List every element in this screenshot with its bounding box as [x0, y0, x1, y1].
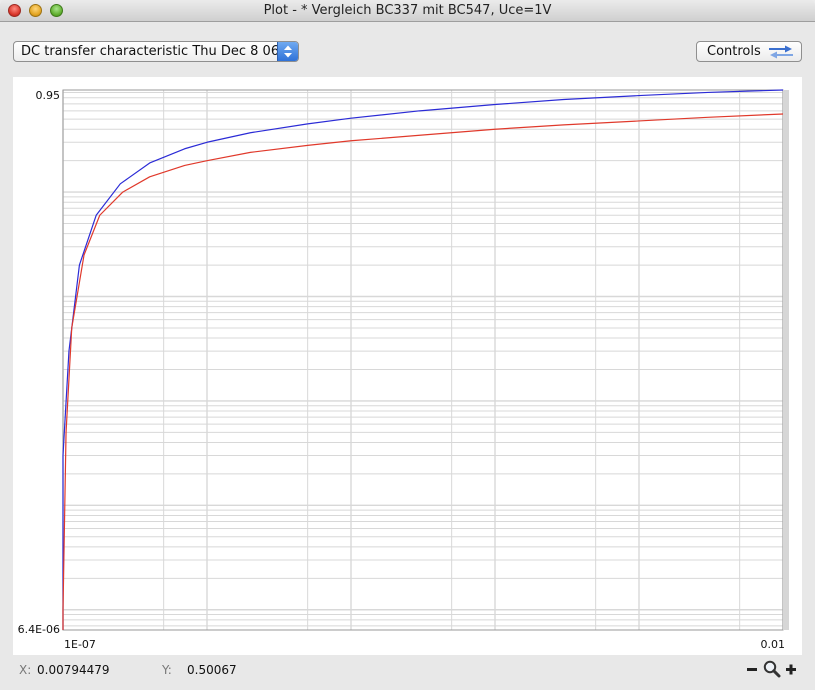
swap-arrows-icon: [768, 45, 794, 63]
x-tick-label-left: 1E-07: [64, 638, 96, 651]
minus-icon[interactable]: [745, 660, 759, 678]
x-readout-label: X:: [19, 663, 32, 677]
plot-series: [62, 89, 784, 630]
plot-frame: [62, 89, 784, 631]
analysis-select[interactable]: DC transfer characteristic Thu Dec 8 06: [13, 41, 299, 62]
y-readout-value: 0.50067: [187, 663, 237, 677]
plot-grid: [62, 90, 784, 630]
series-line-1: [62, 89, 784, 630]
zoom-tools: [745, 660, 801, 678]
controls-button-label: Controls: [707, 44, 761, 59]
y-tick-label-bottom: 6.4E-06: [18, 623, 60, 636]
y-readout-label: Y:: [162, 663, 172, 677]
x-readout-value: 0.00794479: [37, 663, 110, 677]
x-tick-label-right: 0.01: [761, 638, 786, 651]
plot-window: Plot - * Vergleich BC337 mit BC547, Uce=…: [0, 0, 815, 690]
title-bar[interactable]: Plot - * Vergleich BC337 mit BC547, Uce=…: [0, 0, 815, 22]
analysis-select-value: DC transfer characteristic Thu Dec 8 06: [21, 44, 279, 59]
controls-button[interactable]: Controls: [696, 41, 802, 62]
window-title: Plot - * Vergleich BC337 mit BC547, Uce=…: [263, 3, 552, 18]
window-content: DC transfer characteristic Thu Dec 8 06 …: [0, 22, 815, 690]
select-arrows-icon[interactable]: [277, 42, 298, 61]
y-tick-label-top: 0.95: [36, 89, 61, 102]
plot-canvas[interactable]: 0.95 6.4E-06 1E-07 0.01: [13, 77, 802, 655]
plot-panel[interactable]: 0.95 6.4E-06 1E-07 0.01: [13, 77, 802, 655]
plot-right-scrollbar[interactable]: [783, 90, 789, 630]
series-line-2: [62, 113, 784, 630]
magnifier-icon[interactable]: [762, 660, 782, 678]
plus-icon[interactable]: [784, 660, 798, 678]
